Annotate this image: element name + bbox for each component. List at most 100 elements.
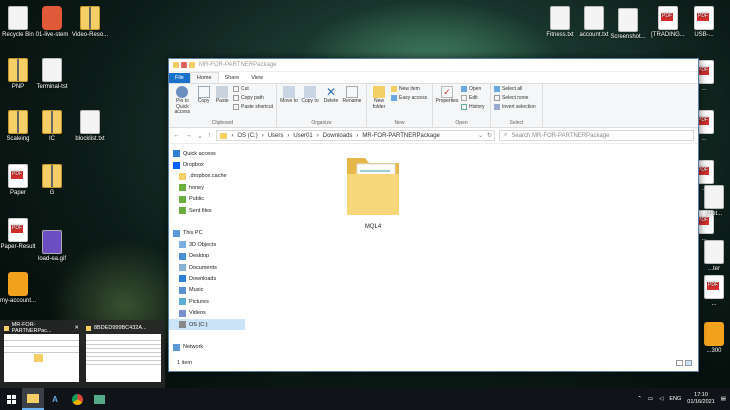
back-arrow-icon[interactable]: ←: [173, 132, 180, 139]
large-icons-view-icon[interactable]: [685, 360, 692, 366]
folder-item-mql4[interactable]: MQL4: [343, 150, 403, 230]
rename-icon: [346, 86, 358, 98]
pin-quick-access-button[interactable]: Pin to Quick access: [172, 86, 193, 116]
tab-view[interactable]: View: [245, 73, 269, 83]
breadcrumb-users[interactable]: Users: [268, 133, 284, 139]
desktop-icon[interactable]: load-ea.gif: [28, 230, 76, 263]
copy-to-button[interactable]: Copy to: [301, 86, 319, 105]
select-all-button[interactable]: Select all: [494, 86, 539, 92]
start-button[interactable]: [0, 388, 22, 410]
new-item-button[interactable]: New item: [391, 86, 427, 92]
delete-button[interactable]: ✕ Delete: [322, 86, 340, 105]
taskbar-trading-app[interactable]: [88, 388, 110, 410]
new-folder-icon[interactable]: [189, 62, 195, 68]
chevron-up-icon[interactable]: ⌃: [637, 396, 642, 402]
file-list[interactable]: MQL4: [245, 144, 698, 356]
desktop-icon[interactable]: blocklist.txt: [66, 110, 114, 143]
paste-shortcut-button[interactable]: Paste shortcut: [233, 104, 273, 110]
breadcrumb-downloads[interactable]: Downloads: [323, 133, 353, 139]
explorer-body: Quick access Dropbox .dropbox.cache honey Pu…: [169, 144, 698, 356]
clock[interactable]: 17:10 01/16/2021: [687, 392, 715, 406]
search-input[interactable]: ⌕ Search MR-FOR-PARTNERPackage: [499, 130, 694, 141]
up-arrow-icon[interactable]: ↑: [208, 132, 212, 139]
breadcrumb-current[interactable]: MR-FOR-PARTNERPackage: [362, 133, 439, 139]
navigation-pane[interactable]: Quick access Dropbox .dropbox.cache honey Pu…: [169, 144, 245, 356]
nav-item-quick-access[interactable]: Quick access: [169, 148, 245, 159]
organize-group-label: Organize: [311, 120, 332, 126]
nav-item-honey[interactable]: honey: [169, 182, 245, 193]
nav-item-dropbox[interactable]: Dropbox: [169, 159, 245, 170]
nav-item-sent-files[interactable]: Sent files: [169, 205, 245, 216]
drive-icon: [179, 321, 186, 329]
nav-item-network[interactable]: Network: [169, 342, 245, 353]
nav-item-dropbox-cache[interactable]: .dropbox.cache: [169, 171, 245, 182]
quick-access-toolbar: [173, 62, 195, 68]
dropdown-icon[interactable]: ⌄: [478, 132, 483, 139]
title-bar[interactable]: MR-FOR-PARTNERPackage: [169, 59, 698, 72]
rename-button[interactable]: Rename: [343, 86, 361, 105]
nav-item-pictures[interactable]: Pictures: [169, 296, 245, 307]
thumbnail-window-2[interactable]: 8BDED999BC432A...: [84, 322, 163, 388]
desktop-icon[interactable]: USB-...: [680, 6, 728, 39]
address-bar[interactable]: › OS (C:) › Users › User01 › Downloads ›…: [216, 130, 495, 141]
nav-item-public[interactable]: Public: [169, 194, 245, 205]
desktop-icon-label: Terminal-tst: [36, 84, 68, 90]
network-icon[interactable]: ▭: [648, 396, 653, 402]
nav-item-os-c[interactable]: OS (C:): [169, 318, 245, 331]
thumbnail-window-1[interactable]: MR-FOR-PARTNERPac... ✕: [2, 322, 81, 388]
recent-locations-icon[interactable]: ⌄: [197, 132, 203, 140]
breadcrumb-os[interactable]: OS (C:): [237, 133, 257, 139]
desktop-icon[interactable]: my-account...: [0, 272, 42, 305]
taskbar-file-explorer[interactable]: [22, 388, 44, 410]
nav-item-label: Documents: [189, 264, 217, 271]
new-folder-button[interactable]: New folder: [370, 86, 388, 110]
nav-item-videos[interactable]: Videos: [169, 307, 245, 318]
invert-selection-button[interactable]: Invert selection: [494, 104, 539, 110]
rename-label: Rename: [342, 98, 362, 104]
file-explorer-window[interactable]: MR-FOR-PARTNERPackage File Home Share Vi…: [168, 58, 699, 372]
nav-item-documents[interactable]: Documents: [169, 262, 245, 273]
open-button[interactable]: Open: [461, 86, 485, 92]
move-to-button[interactable]: Move to: [280, 86, 298, 105]
nav-item-this-pc[interactable]: This PC: [169, 228, 245, 239]
nav-item-music[interactable]: Music: [169, 285, 245, 296]
paste-button[interactable]: Paste: [214, 86, 230, 105]
edit-button[interactable]: Edit: [461, 95, 485, 101]
breadcrumb-separator: ›: [261, 132, 264, 139]
forward-arrow-icon[interactable]: →: [185, 132, 192, 139]
properties-icon[interactable]: [181, 62, 187, 68]
desktop-icon[interactable]: Video-Reso...: [66, 6, 114, 39]
notifications-icon[interactable]: ▤: [721, 396, 726, 402]
easy-access-button[interactable]: Easy access: [391, 95, 427, 101]
taskbar-chrome[interactable]: [66, 388, 88, 410]
details-view-icon[interactable]: [676, 360, 683, 366]
taskbar-app-a[interactable]: A: [44, 388, 66, 410]
copy-to-icon: [304, 86, 316, 98]
tab-file[interactable]: File: [169, 73, 190, 83]
breadcrumb-user01[interactable]: User01: [293, 133, 312, 139]
invert-selection-icon: [494, 104, 500, 110]
properties-button[interactable]: ✓ Properties: [436, 86, 458, 105]
pc-icon: [173, 229, 180, 237]
copy-button[interactable]: Copy: [196, 86, 212, 105]
nav-item-downloads[interactable]: Downloads: [169, 273, 245, 284]
refresh-icon[interactable]: ↻: [487, 132, 494, 139]
docs-icon: [179, 264, 186, 272]
desktop-icon[interactable]: Terminal-tst: [28, 58, 76, 91]
volume-icon[interactable]: ◁: [659, 396, 663, 402]
cut-button[interactable]: Cut: [233, 86, 273, 92]
copy-path-button[interactable]: Copy path: [233, 95, 273, 101]
desktop-icon[interactable]: G: [28, 164, 76, 197]
nav-item-3d-objects[interactable]: 3D Objects: [169, 239, 245, 250]
close-icon[interactable]: ✕: [74, 325, 79, 331]
language-indicator[interactable]: ENG: [669, 396, 681, 402]
paste-shortcut-label: Paste shortcut: [241, 104, 273, 110]
select-none-button[interactable]: Select none: [494, 95, 539, 101]
tab-home[interactable]: Home: [189, 72, 219, 83]
tab-share[interactable]: Share: [219, 73, 246, 83]
text-file-icon: [550, 6, 570, 30]
select-group: Select all Select none Invert selection …: [491, 84, 543, 127]
nav-item-desktop[interactable]: Desktop: [169, 251, 245, 262]
history-button[interactable]: History: [461, 104, 485, 110]
